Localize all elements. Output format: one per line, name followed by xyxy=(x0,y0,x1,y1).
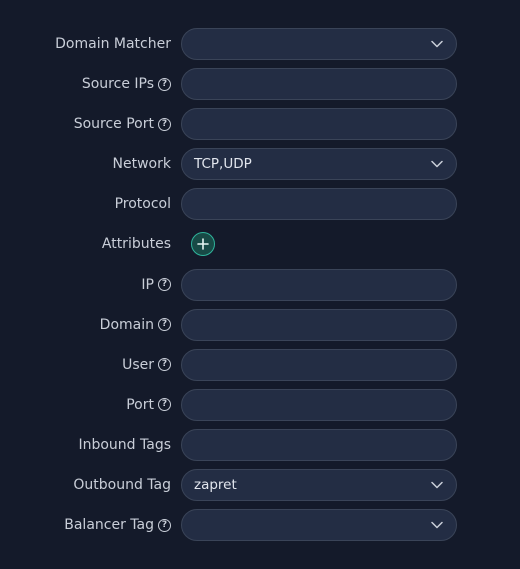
protocol-label: Protocol xyxy=(114,196,171,213)
chevron-down-icon xyxy=(430,37,444,51)
domain-matcher-select[interactable] xyxy=(181,28,457,60)
question-circle-icon[interactable]: ? xyxy=(158,518,171,532)
domain-input[interactable] xyxy=(194,308,444,341)
question-circle-icon[interactable]: ? xyxy=(158,398,171,412)
user-label: User xyxy=(122,356,154,373)
balancer-tag-label: Balancer Tag xyxy=(64,517,154,534)
row-source-ips: Source IPs ? xyxy=(0,68,520,101)
row-balancer-tag: Balancer Tag ? xyxy=(0,509,520,542)
inbound-tags-input[interactable] xyxy=(194,428,444,461)
source-ips-field-wrap xyxy=(181,68,457,101)
row-user: User ? xyxy=(0,348,520,381)
domain-field-wrap xyxy=(181,308,457,341)
domain-label: Domain xyxy=(99,316,154,333)
plus-icon xyxy=(197,235,209,254)
outbound-tag-value: zapret xyxy=(194,477,237,494)
source-port-input[interactable] xyxy=(194,108,444,141)
source-ips-label: Source IPs xyxy=(81,76,154,93)
domain-matcher-label: Domain Matcher xyxy=(55,36,171,52)
port-input[interactable] xyxy=(194,388,444,421)
balancer-tag-select[interactable] xyxy=(181,509,457,542)
row-outbound-tag: Outbound Tag zapret xyxy=(0,469,520,502)
question-circle-icon[interactable]: ? xyxy=(158,358,171,372)
ip-label: IP xyxy=(141,276,154,293)
ip-field-wrap xyxy=(181,268,457,301)
add-attribute-button[interactable] xyxy=(191,232,215,257)
outbound-tag-label: Outbound Tag xyxy=(73,477,171,494)
user-input[interactable] xyxy=(194,348,444,381)
outbound-tag-select[interactable]: zapret xyxy=(181,469,457,502)
row-domain-matcher: Domain Matcher xyxy=(0,28,520,60)
question-circle-icon[interactable]: ? xyxy=(158,278,171,292)
question-circle-icon[interactable]: ? xyxy=(158,117,171,131)
chevron-down-icon xyxy=(430,478,444,492)
source-ips-input[interactable] xyxy=(194,68,444,101)
row-port: Port ? xyxy=(0,388,520,421)
question-circle-icon[interactable]: ? xyxy=(158,77,171,91)
user-field-wrap xyxy=(181,348,457,381)
protocol-field-wrap xyxy=(181,188,457,221)
ip-input[interactable] xyxy=(194,268,444,301)
row-attributes: Attributes xyxy=(0,228,520,260)
row-network: Network TCP,UDP xyxy=(0,148,520,181)
row-inbound-tags: Inbound Tags xyxy=(0,428,520,461)
inbound-tags-label: Inbound Tags xyxy=(78,436,171,453)
question-circle-icon[interactable]: ? xyxy=(158,318,171,332)
row-ip: IP ? xyxy=(0,268,520,301)
source-port-field-wrap xyxy=(181,108,457,141)
row-source-port: Source Port ? xyxy=(0,108,520,141)
port-label: Port xyxy=(126,396,154,413)
row-protocol: Protocol xyxy=(0,188,520,221)
routing-rule-form: Domain Matcher Source IPs ? Source Port … xyxy=(0,28,520,549)
network-label: Network xyxy=(112,156,171,173)
source-port-label: Source Port xyxy=(73,116,154,133)
chevron-down-icon xyxy=(430,518,444,532)
attributes-label: Attributes xyxy=(101,236,171,253)
row-domain: Domain ? xyxy=(0,308,520,341)
protocol-input[interactable] xyxy=(194,188,444,221)
chevron-down-icon xyxy=(430,157,444,171)
inbound-tags-field-wrap xyxy=(181,428,457,461)
port-field-wrap xyxy=(181,388,457,421)
network-value: TCP,UDP xyxy=(194,156,252,173)
network-select[interactable]: TCP,UDP xyxy=(181,148,457,181)
